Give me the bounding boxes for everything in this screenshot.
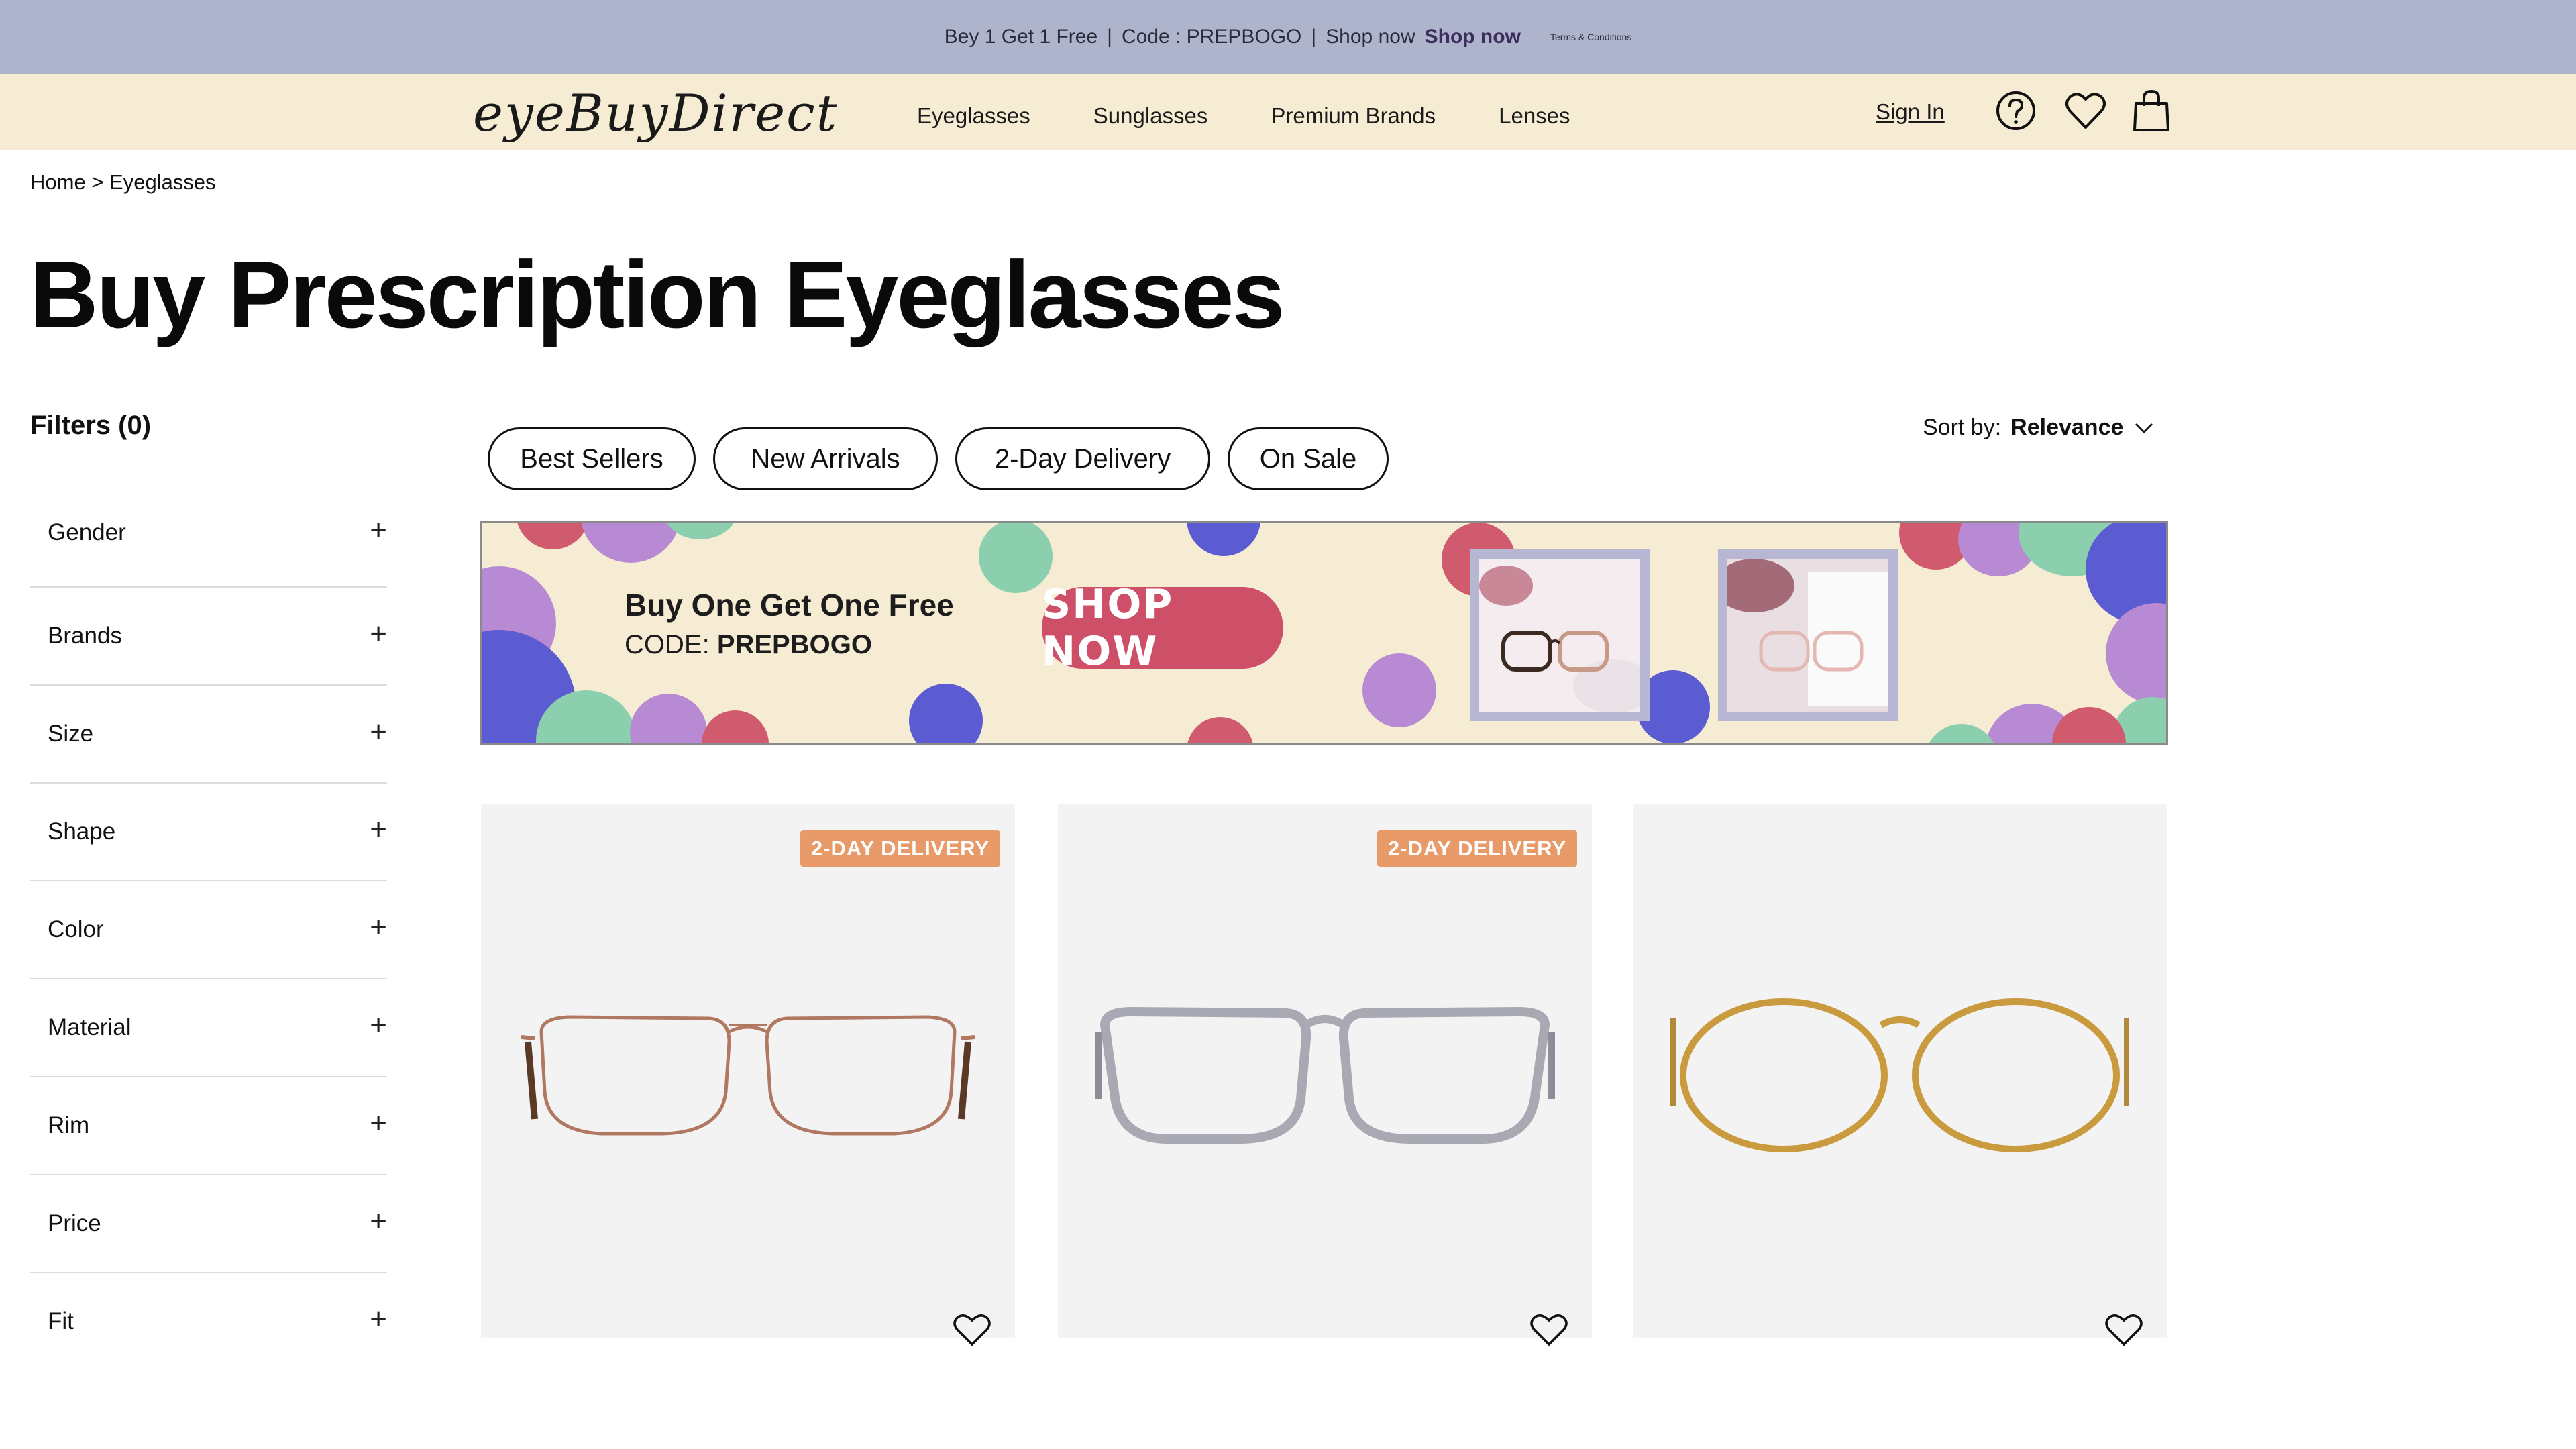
product-card[interactable]: 2-DAY DELIVERY <box>1058 804 1592 1346</box>
banner-photo <box>1470 549 1650 721</box>
wishlist-heart-icon[interactable] <box>2102 1309 2145 1350</box>
filter-brands[interactable]: Brands + <box>30 588 387 686</box>
promo-separator: | <box>1107 25 1112 48</box>
filter-label: Material <box>48 1014 131 1040</box>
plus-icon: + <box>370 1205 387 1238</box>
banner-code-value: PREPBOGO <box>716 630 872 659</box>
filter-fit[interactable]: Fit + <box>30 1273 387 1371</box>
promo-shop-text: Shop now <box>1326 25 1415 48</box>
pill-2-day-delivery[interactable]: 2-Day Delivery <box>955 427 1210 490</box>
wishlist-heart-icon[interactable] <box>951 1309 994 1350</box>
breadcrumb[interactable]: Home > Eyeglasses <box>30 170 216 195</box>
promo-terms-link[interactable]: Terms & Conditions <box>1550 32 1631 42</box>
help-icon[interactable] <box>1992 87 2039 134</box>
heart-icon[interactable] <box>2062 87 2109 134</box>
pill-best-sellers[interactable]: Best Sellers <box>488 427 696 490</box>
banner-code-label: CODE: <box>625 630 710 659</box>
product-card[interactable]: 2-DAY DELIVERY <box>481 804 1015 1346</box>
banner-shop-now-button[interactable]: SHOP NOW <box>1042 581 1283 675</box>
pill-on-sale[interactable]: On Sale <box>1228 427 1389 490</box>
glasses-photo-icon <box>1479 559 1640 712</box>
nav-sunglasses[interactable]: Sunglasses <box>1093 103 1208 129</box>
chevron-down-icon <box>2135 423 2153 433</box>
filter-color[interactable]: Color + <box>30 881 387 979</box>
promo-banner[interactable]: Buy One Get One Free CODE: PREPBOGO SHOP… <box>480 521 2168 745</box>
sort-dropdown[interactable]: Sort by: Relevance <box>1923 415 2155 441</box>
banner-photo-glasses <box>1727 559 1888 712</box>
plus-icon: + <box>370 715 387 748</box>
site-header: eyeBuyDirect Eyeglasses Sunglasses Premi… <box>0 74 2576 150</box>
decor-dot <box>630 694 707 743</box>
delivery-badge: 2-DAY DELIVERY <box>1377 830 1577 867</box>
filter-material[interactable]: Material + <box>30 979 387 1077</box>
glasses-image <box>1095 1006 1555 1144</box>
decor-dot <box>1362 653 1436 727</box>
filter-label: Shape <box>48 818 116 845</box>
promo-shop-now-link[interactable]: Shop now <box>1425 25 1521 48</box>
promo-offer-text: Bey 1 Get 1 Free <box>944 25 1098 48</box>
wishlist-heart-icon[interactable] <box>1527 1309 1570 1350</box>
decor-dot <box>909 684 983 743</box>
plus-icon: + <box>370 1107 387 1140</box>
filter-label: Gender <box>48 519 126 545</box>
filter-label: Rim <box>48 1112 90 1138</box>
sign-in-link[interactable]: Sign In <box>1876 99 1945 125</box>
plus-icon: + <box>370 617 387 650</box>
filter-label: Color <box>48 916 104 943</box>
decor-dot <box>2052 707 2126 743</box>
delivery-badge: 2-DAY DELIVERY <box>800 830 1000 867</box>
product-card[interactable] <box>1633 804 2167 1346</box>
filter-list: Gender + Brands + Size + Shape + Color +… <box>30 486 387 1371</box>
decor-dot <box>580 523 681 563</box>
banner-photo <box>1718 549 1898 721</box>
nav-eyeglasses[interactable]: Eyeglasses <box>917 103 1030 129</box>
plus-icon: + <box>370 1303 387 1336</box>
main-nav: Eyeglasses Sunglasses Premium Brands Len… <box>917 103 1633 129</box>
plus-icon: + <box>370 514 387 547</box>
site-logo[interactable]: eyeBuyDirect <box>473 83 838 143</box>
filter-gender[interactable]: Gender + <box>30 486 387 588</box>
filter-label: Fit <box>48 1308 74 1334</box>
decor-dot <box>1925 724 1998 743</box>
banner-photo-glasses <box>1479 559 1640 712</box>
filter-size[interactable]: Size + <box>30 686 387 784</box>
filter-price[interactable]: Price + <box>30 1175 387 1273</box>
filter-rim[interactable]: Rim + <box>30 1077 387 1175</box>
promo-code-text: Code : PREPBOGO <box>1121 25 1302 48</box>
plus-icon: + <box>370 813 387 846</box>
decor-dot <box>702 710 769 743</box>
decor-dot <box>1187 523 1260 556</box>
nav-lenses[interactable]: Lenses <box>1499 103 1570 129</box>
banner-code: CODE: PREPBOGO <box>625 630 872 660</box>
filter-shape[interactable]: Shape + <box>30 784 387 881</box>
page-title: Buy Prescription Eyeglasses <box>30 241 1285 348</box>
pill-new-arrivals[interactable]: New Arrivals <box>713 427 938 490</box>
plus-icon: + <box>370 1009 387 1042</box>
filter-label: Price <box>48 1210 101 1236</box>
sort-value: Relevance <box>2010 415 2124 440</box>
shopping-bag-icon[interactable] <box>2128 87 2175 134</box>
glasses-photo-icon <box>1727 559 1888 712</box>
promo-separator: | <box>1311 25 1317 48</box>
nav-premium-brands[interactable]: Premium Brands <box>1271 103 1436 129</box>
banner-headline: Buy One Get One Free <box>625 588 954 623</box>
filter-label: Size <box>48 720 94 747</box>
promo-bar: Bey 1 Get 1 Free | Code : PREPBOGO | Sho… <box>0 0 2576 74</box>
decor-dot <box>516 523 590 549</box>
filter-label: Brands <box>48 623 122 649</box>
glasses-image <box>1670 998 2129 1152</box>
decor-dot <box>1187 717 1254 743</box>
filters-title: Filters (0) <box>30 411 152 440</box>
plus-icon: + <box>370 911 387 944</box>
sort-label: Sort by: <box>1923 415 2002 440</box>
decor-dot <box>2106 603 2166 704</box>
glasses-image <box>521 1015 975 1136</box>
